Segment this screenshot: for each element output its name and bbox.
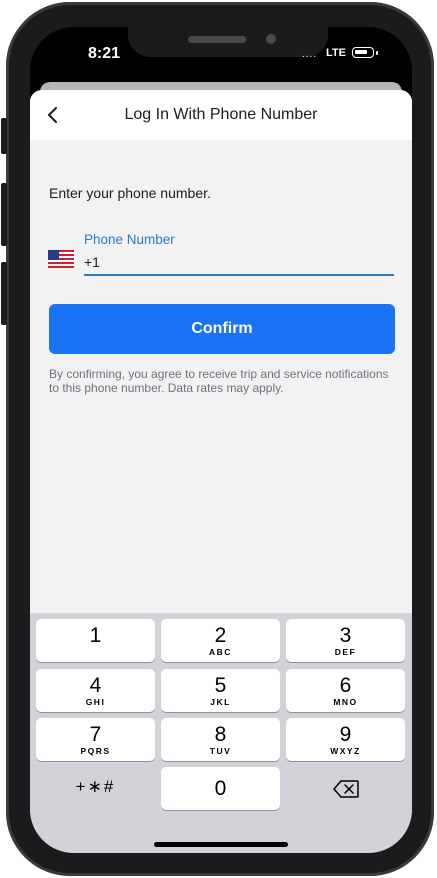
key-0[interactable]: 0 (161, 767, 280, 810)
status-time: 8:21 (88, 45, 121, 62)
login-sheet: Log In With Phone Number Enter your phon… (30, 90, 412, 853)
key-2[interactable]: 2 ABC (161, 619, 280, 662)
delete-key[interactable] (286, 767, 405, 810)
screen: 8:21 .... LTE Log In With Phone Number E… (30, 27, 412, 853)
network-type: LTE (326, 47, 346, 59)
key-6[interactable]: 6 MNO (286, 669, 405, 712)
key-letters: GHI (85, 697, 106, 707)
battery-icon (352, 47, 374, 58)
key-digit: 2 (214, 624, 227, 647)
phone-field-label: Phone Number (84, 232, 175, 247)
key-letters: DEF (334, 647, 357, 657)
key-digit: 0 (214, 777, 227, 800)
backspace-icon (332, 780, 359, 798)
phone-prompt: Enter your phone number. (49, 185, 211, 201)
home-indicator[interactable] (154, 842, 288, 847)
key-letters: TUV (209, 746, 232, 756)
key-digit: 4 (89, 674, 102, 697)
front-camera (266, 34, 276, 44)
battery-cap (376, 51, 378, 55)
key-digit: 1 (89, 624, 102, 647)
nav-bar: Log In With Phone Number (30, 90, 412, 140)
key-5[interactable]: 5 JKL (161, 669, 280, 712)
key-letters: WXYZ (330, 746, 361, 756)
page-title: Log In With Phone Number (124, 106, 318, 123)
key-letters: PQRS (80, 746, 111, 756)
status-bar: 8:21 .... LTE (30, 27, 412, 85)
phone-number-input[interactable] (84, 250, 394, 276)
volume-down-button (1, 262, 7, 325)
key-letters: ABC (209, 647, 232, 657)
disclaimer-text: By confirming, you agree to receive trip… (49, 367, 389, 395)
key-7[interactable]: 7 PQRS (36, 718, 155, 761)
us-flag-icon[interactable] (48, 250, 74, 268)
key-digit: 8 (214, 723, 227, 746)
numeric-keypad: 1 2 ABC 3 DEF 4 GHI 5 JKL 6 MNO 7 PQRS 8… (30, 613, 412, 853)
symbols-label: +∗# (75, 777, 116, 796)
signal-icon: .... (302, 49, 318, 60)
key-digit: 6 (339, 674, 352, 697)
key-9[interactable]: 9 WXYZ (286, 718, 405, 761)
key-digit: 5 (214, 674, 227, 697)
mute-switch (1, 118, 7, 154)
key-3[interactable]: 3 DEF (286, 619, 405, 662)
notch (128, 27, 328, 57)
key-letters: JKL (210, 697, 231, 707)
key-letters: MNO (333, 697, 358, 707)
key-8[interactable]: 8 TUV (161, 718, 280, 761)
confirm-button[interactable]: Confirm (49, 304, 395, 354)
speaker-grille (188, 36, 246, 43)
volume-up-button (1, 183, 7, 246)
key-4[interactable]: 4 GHI (36, 669, 155, 712)
symbols-key[interactable]: +∗# (36, 767, 155, 810)
key-digit: 9 (339, 723, 352, 746)
key-1[interactable]: 1 (36, 619, 155, 662)
key-digit: 3 (339, 624, 352, 647)
key-digit: 7 (89, 723, 102, 746)
